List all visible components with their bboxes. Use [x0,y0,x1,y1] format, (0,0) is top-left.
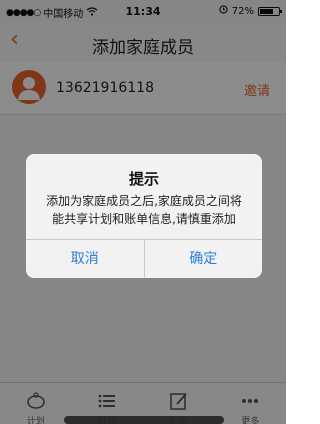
dialog-message: 添加为家庭成员之后,家庭成员之间将能共享计划和账单信息,请慎重添加 [46,194,242,226]
confirm-button[interactable]: 确定 [143,240,263,278]
dialog-buttons: 取消 确定 [26,239,262,278]
dialog-title: 提示 [128,170,159,188]
app-screen: ●●●●○ 中国移动 11:34 72% ‹ 添加家庭成员 1362191611… [0,0,286,424]
home-indicator [64,416,224,424]
cancel-button[interactable]: 取消 [26,240,144,278]
alert-dialog: 提示 添加为家庭成员之后,家庭成员之间将能共享计划和账单信息,请慎重添加 取消 … [26,154,262,278]
